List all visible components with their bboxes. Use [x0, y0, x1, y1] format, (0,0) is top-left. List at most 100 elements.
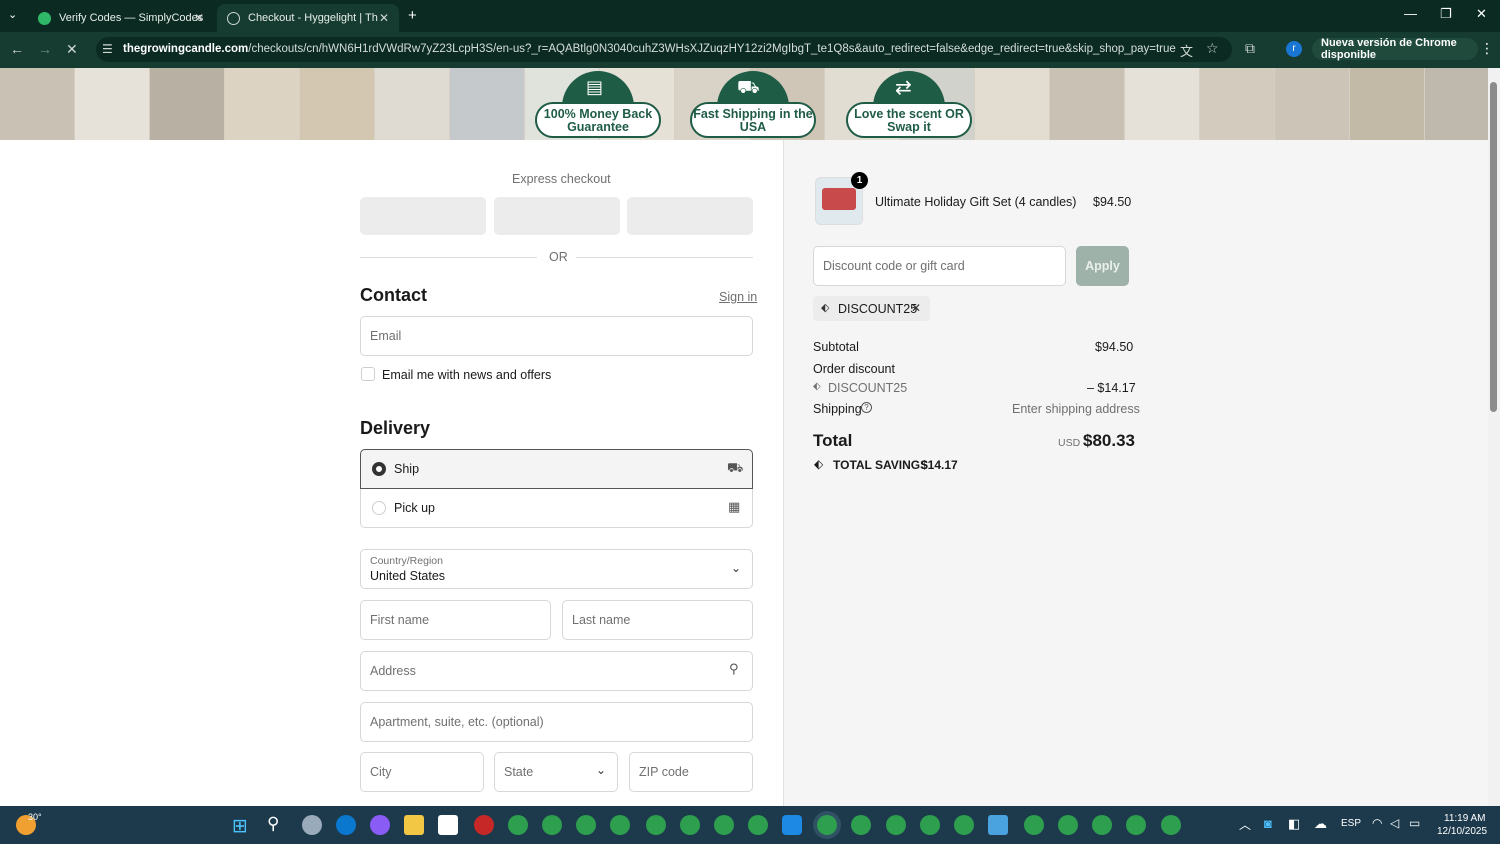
new-tab-icon[interactable]: +	[408, 7, 417, 24]
tray-app-icon[interactable]: ◧	[1288, 816, 1300, 832]
store-icon[interactable]	[438, 815, 458, 835]
first-name-field[interactable]: First name	[360, 600, 551, 640]
url-text[interactable]: thegrowingcandle.com/checkouts/cn/hWN6H1…	[123, 43, 1176, 55]
apartment-field[interactable]: Apartment, suite, etc. (optional)	[360, 702, 753, 742]
chrome-icon[interactable]	[1058, 815, 1078, 835]
express-pay-button-3[interactable]	[627, 197, 753, 235]
site-info-icon[interactable]: ☰	[102, 42, 113, 56]
edge-icon[interactable]	[336, 815, 356, 835]
email-field[interactable]: Email	[360, 316, 753, 356]
tab-title: Verify Codes — SimplyCodes	[59, 12, 204, 24]
help-icon[interactable]: ?	[861, 402, 872, 413]
close-tab-icon[interactable]: ✕	[194, 11, 204, 25]
chrome-icon[interactable]	[920, 815, 940, 835]
chrome-icon[interactable]	[714, 815, 734, 835]
news-checkbox[interactable]	[361, 367, 375, 381]
tab-search-chevron-icon[interactable]: ⌄	[8, 8, 17, 21]
start-windows-icon[interactable]: ⊞	[232, 815, 248, 838]
ship-radio[interactable]	[372, 462, 386, 476]
discount-code-input[interactable]: Discount code or gift card	[813, 246, 1066, 286]
express-pay-button-2[interactable]	[494, 197, 620, 235]
battery-icon[interactable]: ▭	[1409, 816, 1420, 830]
chrome-icon[interactable]	[576, 815, 596, 835]
chrome-icon[interactable]	[748, 815, 768, 835]
city-field[interactable]: City	[360, 752, 484, 792]
page-scrollbar[interactable]	[1488, 68, 1500, 806]
forward-icon[interactable]: →	[38, 41, 52, 57]
language-indicator[interactable]: ESP	[1341, 818, 1361, 829]
notepad-icon[interactable]	[988, 815, 1008, 835]
express-pay-button-1[interactable]	[360, 197, 486, 235]
restore-icon[interactable]: ❐	[1440, 6, 1452, 22]
tray-app-icon[interactable]: ◙	[1264, 816, 1272, 831]
stop-loading-icon[interactable]: ✕	[66, 41, 78, 58]
currency-label: USD	[1058, 437, 1081, 449]
tab-verify-codes[interactable]: Verify Codes — SimplyCodes ✕	[28, 4, 214, 32]
swap-arrows-icon: ⇄	[895, 77, 912, 99]
chrome-icon[interactable]	[646, 815, 666, 835]
ship-label: Ship	[394, 462, 420, 476]
task-view-icon[interactable]	[302, 815, 322, 835]
clock-date[interactable]: 12/10/2025	[1437, 826, 1487, 837]
translate-icon[interactable]: 文	[1180, 41, 1193, 60]
url-host: thegrowingcandle.com	[123, 43, 249, 55]
onedrive-icon[interactable]: ☁	[1314, 816, 1327, 832]
truck-icon: ⛟	[737, 77, 760, 97]
app-icon[interactable]	[782, 815, 802, 835]
copilot-icon[interactable]	[370, 815, 390, 835]
apply-button[interactable]: Apply	[1076, 246, 1129, 286]
bookmark-star-icon[interactable]: ☆	[1206, 40, 1219, 57]
state-select[interactable]: State ⌄	[494, 752, 618, 792]
country-select[interactable]: Country/Region United States ⌄	[360, 549, 753, 589]
delivery-heading: Delivery	[360, 418, 431, 438]
scrollbar-thumb[interactable]	[1490, 82, 1497, 412]
remove-discount-icon[interactable]: ✕	[911, 301, 921, 315]
shipping-value: Enter shipping address	[1012, 402, 1140, 416]
tab-checkout[interactable]: Checkout - Hyggelight | The Gr ✕	[217, 4, 399, 32]
close-tab-icon[interactable]: ✕	[379, 11, 389, 25]
chrome-icon[interactable]	[542, 815, 562, 835]
tray-chevron-icon[interactable]: ︿	[1239, 816, 1251, 833]
last-name-field[interactable]: Last name	[562, 600, 753, 640]
chrome-icon[interactable]	[508, 815, 528, 835]
chrome-active-icon[interactable]	[817, 815, 837, 835]
discount-line-value: – $14.17	[1087, 381, 1136, 395]
chrome-icon[interactable]	[851, 815, 871, 835]
back-icon[interactable]: ←	[10, 41, 24, 57]
news-label: Email me with news and offers	[382, 368, 552, 382]
volume-icon[interactable]: ◁	[1390, 816, 1399, 830]
chrome-icon[interactable]	[1126, 815, 1146, 835]
address-field[interactable]: Address	[360, 651, 753, 691]
money-back-badge: ▤ 100% Money Back Guarantee	[535, 68, 661, 138]
clock-time[interactable]: 11:19 AM	[1444, 813, 1486, 824]
chrome-icon[interactable]	[954, 815, 974, 835]
chrome-icon[interactable]	[886, 815, 906, 835]
profile-avatar[interactable]: r	[1286, 41, 1302, 57]
tab-title: Checkout - Hyggelight | The Gr	[248, 12, 378, 24]
chrome-icon[interactable]	[610, 815, 630, 835]
menu-kebab-icon[interactable]: ⋮	[1480, 40, 1494, 57]
close-window-icon[interactable]: ✕	[1476, 6, 1487, 22]
discount-line-code: DISCOUNT25	[828, 381, 908, 395]
chevron-down-icon: ⌄	[730, 561, 741, 575]
tag-icon: ⬖	[821, 302, 830, 314]
pickup-radio[interactable]	[372, 501, 386, 515]
search-icon[interactable]: ⚲	[267, 814, 279, 834]
sign-in-link[interactable]: Sign in	[719, 290, 757, 304]
chrome-icon[interactable]	[1092, 815, 1112, 835]
store-icon: ▦	[728, 499, 741, 514]
app-icon[interactable]	[474, 815, 494, 835]
badge-label: 100% Money Back Guarantee	[535, 102, 661, 138]
product-price: $94.50	[1093, 195, 1132, 209]
swap-scent-badge: ⇄ Love the scent OR Swap it	[846, 68, 972, 138]
wifi-icon[interactable]: ◠	[1372, 816, 1382, 830]
minimize-icon[interactable]: —	[1404, 6, 1417, 21]
contact-heading: Contact	[360, 285, 427, 305]
chrome-icon[interactable]	[1161, 815, 1181, 835]
zip-field[interactable]: ZIP code	[629, 752, 753, 792]
file-explorer-icon[interactable]	[404, 815, 424, 835]
chrome-icon[interactable]	[680, 815, 700, 835]
extensions-icon[interactable]: ⧉	[1245, 40, 1255, 57]
chrome-icon[interactable]	[1024, 815, 1044, 835]
chrome-update-button[interactable]: Nueva versión de Chrome disponible	[1312, 37, 1478, 61]
